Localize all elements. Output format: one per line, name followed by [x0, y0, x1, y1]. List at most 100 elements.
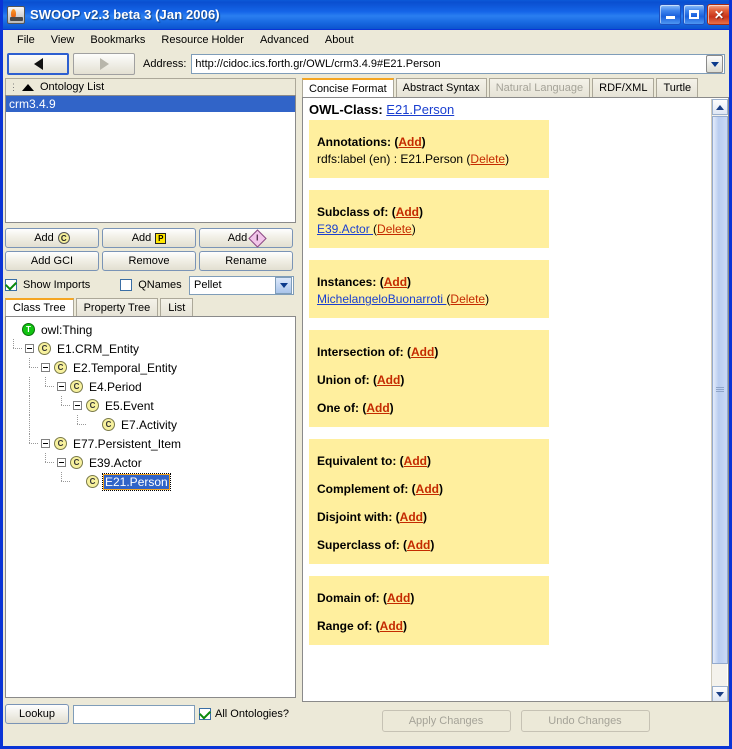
- tab-list[interactable]: List: [160, 298, 194, 316]
- class-tree[interactable]: Towl:Thing C E1.CRM_Entity C E2.Temporal_Ent…: [5, 316, 296, 698]
- paren-close: ): [411, 222, 416, 236]
- add-link[interactable]: Add: [407, 538, 430, 552]
- add-link[interactable]: Add: [396, 205, 419, 219]
- tree-item-e77-persistent-item[interactable]: C E77.Persistent_Item: [6, 434, 295, 453]
- menu-item-view[interactable]: View: [43, 32, 83, 48]
- tree-item-label[interactable]: E1.CRM_Entity: [55, 342, 141, 356]
- tree-item-e7-activity[interactable]: C E7.Activity: [6, 415, 295, 434]
- address-dropdown-button[interactable]: [706, 55, 723, 73]
- delete-link[interactable]: Delete: [377, 222, 412, 236]
- tab-rdf-xml[interactable]: RDF/XML: [592, 78, 655, 97]
- add-link[interactable]: Add: [411, 345, 434, 359]
- tree-expander-toggle[interactable]: [38, 434, 54, 453]
- tab-turtle[interactable]: Turtle: [656, 78, 699, 97]
- undo-changes-button[interactable]: Undo Changes: [520, 710, 650, 732]
- entity-name-link[interactable]: E21.Person: [386, 102, 454, 117]
- menu-item-resource-holder[interactable]: Resource Holder: [153, 32, 252, 48]
- tab-natural-language[interactable]: Natural Language: [488, 78, 591, 97]
- chevron-down-icon[interactable]: [275, 276, 292, 294]
- tab-property-tree[interactable]: Property Tree: [75, 298, 159, 316]
- tree-item-e21-person[interactable]: C E21.Person: [6, 472, 295, 491]
- ontology-list-header[interactable]: ⋮ Ontology List: [5, 78, 296, 95]
- tree-item-e1-crm-entity[interactable]: C E1.CRM_Entity: [6, 339, 295, 358]
- entity-link[interactable]: E39.Actor: [317, 222, 373, 236]
- tab-abstract-syntax[interactable]: Abstract Syntax: [395, 78, 487, 97]
- tree-expander-toggle[interactable]: [70, 396, 86, 415]
- all-ontologies-checkbox[interactable]: [199, 708, 211, 720]
- add-link[interactable]: Add: [398, 135, 421, 149]
- minus-square-icon[interactable]: [41, 363, 50, 372]
- tab-class-tree[interactable]: Class Tree: [5, 298, 74, 316]
- add-link[interactable]: Add: [377, 373, 400, 387]
- tree-item-e5-event[interactable]: C E5.Event: [6, 396, 295, 415]
- tree-expander-toggle[interactable]: [22, 339, 38, 358]
- tree-item-label[interactable]: E21.Person: [102, 472, 171, 491]
- add-link[interactable]: Add: [416, 482, 439, 496]
- forward-button[interactable]: [73, 53, 135, 75]
- add-link[interactable]: Add: [366, 401, 389, 415]
- delete-link[interactable]: Delete: [450, 292, 485, 306]
- back-button[interactable]: [7, 53, 69, 75]
- tree-expander-toggle[interactable]: [54, 377, 70, 396]
- chevron-down-icon: [716, 691, 724, 697]
- lookup-button[interactable]: Lookup: [5, 704, 69, 724]
- tree-item-owl-thing[interactable]: Towl:Thing: [6, 320, 295, 339]
- minus-square-icon[interactable]: [57, 382, 66, 391]
- add-class-button[interactable]: Add C: [5, 228, 99, 248]
- menu-item-advanced[interactable]: Advanced: [252, 32, 317, 48]
- scrollbar-thumb[interactable]: [712, 116, 728, 664]
- content-scrollbar[interactable]: [711, 99, 728, 701]
- tree-item-label[interactable]: E77.Persistent_Item: [71, 437, 183, 451]
- tree-item-label[interactable]: E7.Activity: [119, 418, 179, 432]
- collapse-triangle-icon[interactable]: [22, 83, 34, 91]
- tree-item-label[interactable]: E5.Event: [103, 399, 156, 413]
- tree-expander-toggle[interactable]: [38, 358, 54, 377]
- rename-button[interactable]: Rename: [199, 251, 293, 271]
- tree-item-e2-temporal-entity[interactable]: C E2.Temporal_Entity: [6, 358, 295, 377]
- tree-item-label[interactable]: owl:Thing: [39, 323, 94, 337]
- maximize-button[interactable]: [683, 4, 705, 25]
- tree-item-e39-actor[interactable]: C E39.Actor: [6, 453, 295, 472]
- add-property-button[interactable]: Add P: [102, 228, 196, 248]
- add-link[interactable]: Add: [380, 619, 403, 633]
- add-link[interactable]: Add: [400, 510, 423, 524]
- minus-square-icon[interactable]: [25, 344, 34, 353]
- tree-item-label[interactable]: E4.Period: [87, 380, 144, 394]
- add-link[interactable]: Add: [404, 454, 427, 468]
- menu-item-file[interactable]: File: [9, 32, 43, 48]
- tree-item-label[interactable]: E2.Temporal_Entity: [71, 361, 179, 375]
- drag-grip-icon[interactable]: ⋮: [9, 82, 19, 91]
- reasoner-select[interactable]: Pellet: [189, 275, 294, 295]
- apply-changes-button[interactable]: Apply Changes: [381, 710, 511, 732]
- address-bar[interactable]: [191, 54, 725, 74]
- ontology-list[interactable]: crm3.4.9: [5, 95, 296, 223]
- tree-item-label[interactable]: E39.Actor: [87, 456, 144, 470]
- minus-square-icon[interactable]: [41, 439, 50, 448]
- add-gci-button[interactable]: Add GCI: [5, 251, 99, 271]
- entity-link[interactable]: MichelangeloBuonarroti: [317, 292, 446, 306]
- show-imports-checkbox[interactable]: [5, 279, 17, 291]
- menu-item-bookmarks[interactable]: Bookmarks: [82, 32, 153, 48]
- address-input[interactable]: [192, 57, 706, 71]
- scroll-down-button[interactable]: [712, 686, 728, 701]
- lookup-input[interactable]: [73, 704, 195, 724]
- tree-expander-toggle[interactable]: [54, 453, 70, 472]
- add-link[interactable]: Add: [384, 275, 407, 289]
- delete-link[interactable]: Delete: [470, 152, 505, 166]
- close-button[interactable]: ✕: [707, 4, 729, 25]
- qnames-checkbox[interactable]: [120, 279, 133, 291]
- paren-close: ): [430, 538, 435, 552]
- menu-item-about[interactable]: About: [317, 32, 362, 48]
- minus-square-icon[interactable]: [57, 458, 66, 467]
- add-link[interactable]: Add: [387, 591, 410, 605]
- minus-square-icon[interactable]: [73, 401, 82, 410]
- remove-button[interactable]: Remove: [102, 251, 196, 271]
- class-node-icon: C: [70, 380, 83, 393]
- tab-concise-format[interactable]: Concise Format: [302, 78, 394, 97]
- minimize-button[interactable]: [659, 4, 681, 25]
- add-individual-button[interactable]: Add I: [199, 228, 293, 248]
- tree-item-e4-period[interactable]: C E4.Period: [6, 377, 295, 396]
- scroll-up-button[interactable]: [712, 99, 728, 115]
- list-item[interactable]: crm3.4.9: [6, 96, 295, 112]
